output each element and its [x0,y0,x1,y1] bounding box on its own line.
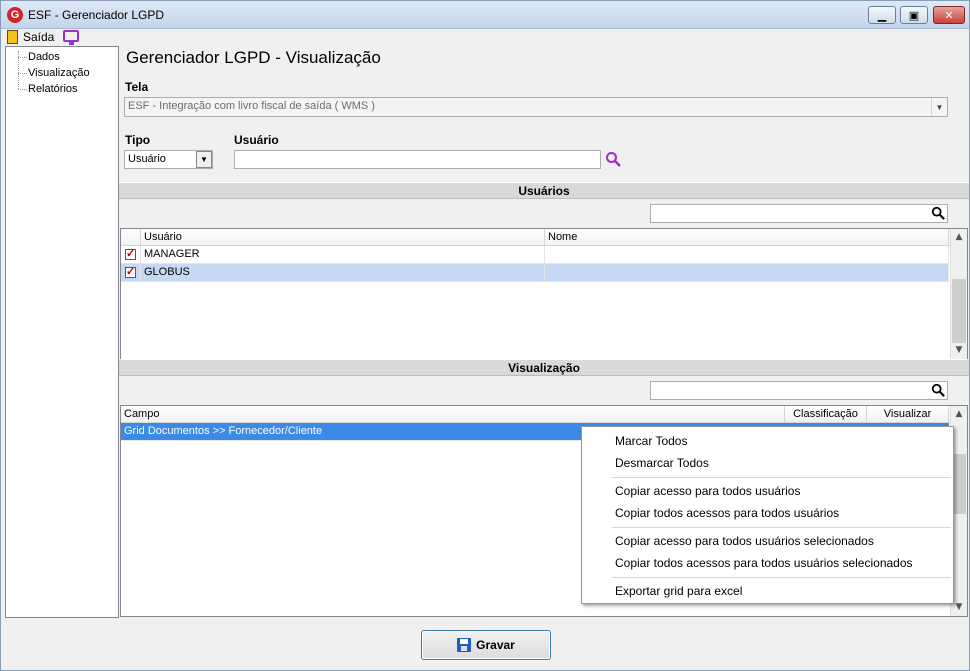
visualizacao-filter-input[interactable] [650,381,948,400]
usuarios-grid: Usuário Nome MANAGER GLOBUS ▲ ▼ [120,228,968,360]
tree-item-dados[interactable]: Dados [28,51,60,63]
app-window: G ESF - Gerenciador LGPD ▁ ▣ ✕ Saída Dad… [0,0,970,671]
cell-nome [545,246,949,264]
menu-item-copiar-acesso-todos[interactable]: Copiar acesso para todos usuários [615,484,800,498]
close-button[interactable]: ✕ [933,6,965,24]
tree-connector [18,89,27,90]
visualizacao-grid-header: Campo Classificação Visualizar [121,406,952,423]
tree-item-visualizacao[interactable]: Visualização [28,67,90,79]
menu-item-desmarcar-todos[interactable]: Desmarcar Todos [615,456,709,470]
navigation-tree: Dados Visualização Relatórios [5,46,119,618]
visualizacao-section-header: Visualização [119,359,969,376]
minimize-button[interactable]: ▁ [868,6,896,24]
search-icon[interactable] [605,151,621,167]
menu-item-exportar-excel[interactable]: Exportar grid para excel [615,584,742,598]
title-bar: G ESF - Gerenciador LGPD ▁ ▣ ✕ [1,1,969,29]
tela-select-value: ESF - Integração com livro fiscal de saí… [128,100,375,112]
column-header-visualizar[interactable]: Visualizar [867,406,949,423]
save-button-label: Gravar [476,638,515,652]
tipo-label: Tipo [125,133,151,147]
table-row[interactable]: GLOBUS [121,264,949,282]
menu-separator [612,477,951,478]
cell-nome [545,264,949,282]
context-menu: Marcar Todos Desmarcar Todos Copiar aces… [581,426,954,604]
menu-bar: Saída [1,29,969,46]
tree-connector [18,73,27,74]
menu-separator [612,527,951,528]
chevron-down-icon[interactable]: ▼ [196,151,212,168]
tipo-select-value: Usuário [128,153,166,165]
table-row[interactable]: MANAGER [121,246,949,264]
exit-menu-item[interactable]: Saída [23,30,54,44]
menu-item-copiar-todos-acessos-todos[interactable]: Copiar todos acessos para todos usuários [615,506,839,520]
usuarios-filter-input[interactable] [650,204,948,223]
scrollbar-thumb[interactable] [952,279,966,343]
tree-connector [18,57,27,58]
scroll-up-icon[interactable]: ▲ [951,229,967,246]
usuarios-vertical-scrollbar[interactable]: ▲ ▼ [950,229,967,359]
usuarios-grid-header: Usuário Nome [121,229,952,246]
app-logo-icon: G [7,7,23,23]
column-header-nome[interactable]: Nome [545,229,949,246]
scrollbar-thumb[interactable] [952,454,966,514]
usuarios-section-header: Usuários [119,182,969,199]
door-exit-icon[interactable] [7,30,18,44]
checkbox[interactable] [125,247,136,260]
maximize-button[interactable]: ▣ [900,6,928,24]
scroll-down-icon[interactable]: ▼ [951,342,967,359]
save-button[interactable]: Gravar [421,630,551,660]
tipo-select[interactable]: Usuário ▼ [124,150,213,169]
tree-item-relatorios[interactable]: Relatórios [28,83,78,95]
row-checkbox-cell[interactable] [121,264,141,282]
monitor-icon[interactable] [63,30,79,45]
usuario-input[interactable] [234,150,601,169]
column-header-classificacao[interactable]: Classificação [785,406,867,423]
menu-item-copiar-todos-acessos-selecionados[interactable]: Copiar todos acessos para todos usuários… [615,556,913,570]
row-checkbox-cell[interactable] [121,246,141,264]
page-title: Gerenciador LGPD - Visualização [126,48,381,67]
column-header-campo[interactable]: Campo [121,406,785,423]
menu-item-copiar-acesso-selecionados[interactable]: Copiar acesso para todos usuários seleci… [615,534,874,548]
column-header-usuario[interactable]: Usuário [141,229,545,246]
checkbox-column-header [121,229,141,246]
cell-usuario: GLOBUS [141,264,545,282]
menu-item-marcar-todos[interactable]: Marcar Todos [615,434,687,448]
cell-usuario: MANAGER [141,246,545,264]
scroll-up-icon[interactable]: ▲ [951,406,967,423]
tela-label: Tela [125,80,149,94]
search-icon[interactable] [931,383,945,397]
checkbox[interactable] [125,265,136,278]
chevron-down-icon[interactable]: ▼ [931,98,947,116]
floppy-disk-icon [457,638,472,652]
tela-select[interactable]: ESF - Integração com livro fiscal de saí… [124,97,948,117]
search-icon[interactable] [931,206,945,220]
usuario-label: Usuário [234,133,279,147]
menu-separator [612,577,951,578]
window-title: ESF - Gerenciador LGPD [28,8,165,22]
